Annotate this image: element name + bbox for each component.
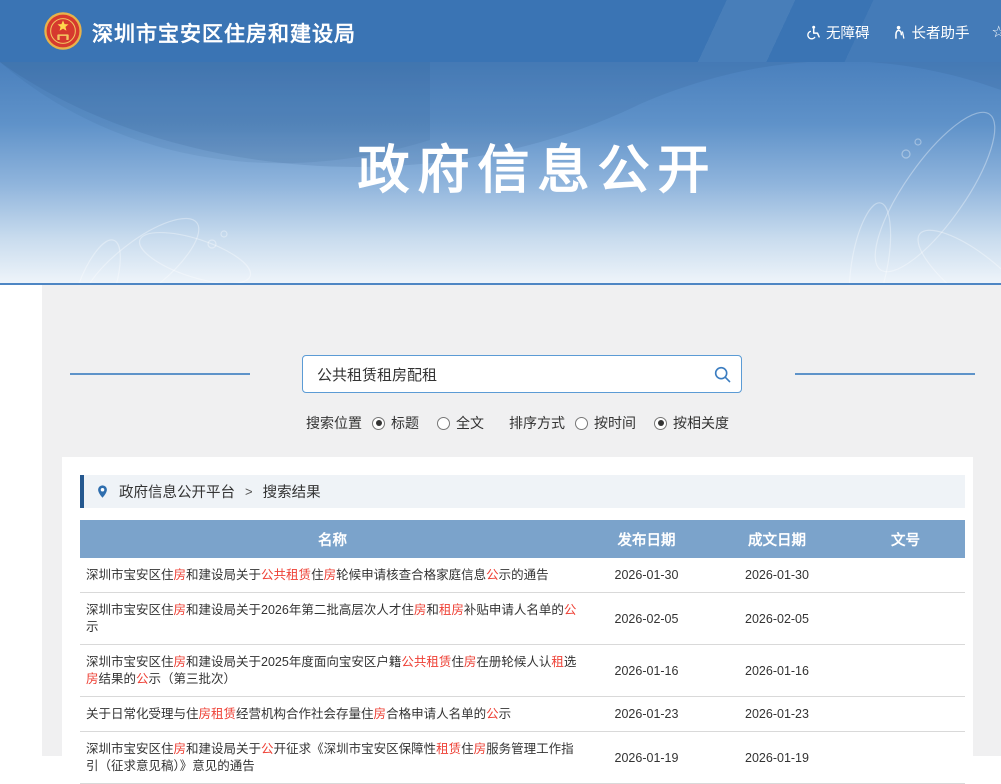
highlighted-keyword: 房 [174, 655, 187, 669]
written-date: 2026-01-30 [708, 568, 846, 582]
highlighted-keyword: 公 [136, 672, 149, 686]
highlighted-keyword: 房 [174, 603, 187, 617]
column-header-written-date: 成文日期 [708, 529, 846, 550]
highlighted-keyword: 公 [261, 742, 274, 756]
table-row: 关于日常化受理与住房租赁经营机构合作社会存量住房合格申请人名单的公示 2026-… [80, 697, 965, 732]
accessibility-link[interactable]: 无障碍 [806, 22, 870, 43]
highlighted-keyword: 公共租赁 [401, 655, 451, 669]
written-date: 2026-01-19 [708, 751, 846, 765]
search-icon [713, 365, 732, 384]
favorite-link[interactable]: ☆ 收藏 [992, 22, 1001, 43]
search-box [302, 355, 742, 393]
written-date: 2026-01-16 [708, 664, 846, 678]
star-icon: ☆ [992, 25, 1001, 41]
radio-label: 按时间 [594, 413, 636, 433]
highlighted-keyword: 房租赁 [199, 707, 237, 721]
highlighted-keyword: 房 [86, 672, 99, 686]
table-header-row: 名称 发布日期 成文日期 文号 [80, 520, 965, 558]
results-body: 深圳市宝安区住房和建设局关于公共租赁住房轮候申请核查合格家庭信息公示的通告 20… [80, 558, 965, 784]
right-divider-line [795, 373, 975, 375]
table-row: 深圳市宝安区住房和建设局关于2025年度面向宝安区户籍公共租赁住房在册轮候人认租… [80, 645, 965, 697]
radio-unselected-icon [575, 417, 588, 430]
result-title-link[interactable]: 深圳市宝安区住房和建设局关于2026年第二批高层次人才住房和租房补贴申请人名单的… [86, 603, 576, 634]
publish-date: 2026-01-30 [585, 568, 708, 582]
result-title-link[interactable]: 深圳市宝安区住房和建设局关于公共租赁住房轮候申请核查合格家庭信息公示的通告 [86, 568, 549, 582]
publish-date: 2026-01-23 [585, 707, 708, 721]
elder-helper-label: 长者助手 [912, 22, 970, 43]
table-row: 深圳市宝安区住房和建设局关于公开征求《深圳市宝安区保障性租赁住房服务管理工作指引… [80, 732, 965, 784]
highlighted-keyword: 房 [464, 655, 477, 669]
radio-option[interactable]: 标题 [372, 413, 419, 433]
radio-selected-icon [372, 417, 385, 430]
search-button[interactable] [703, 356, 741, 392]
header-links: 无障碍 长者助手 ☆ 收藏 [806, 22, 1001, 43]
banner: 政府信息公开 [0, 62, 1001, 283]
radio-label: 标题 [391, 413, 419, 433]
column-header-doc-number: 文号 [846, 529, 965, 550]
option-group-label: 排序方式 [509, 413, 565, 433]
highlighted-keyword: 房 [474, 742, 487, 756]
highlighted-keyword: 租房 [439, 603, 464, 617]
breadcrumb-separator: > [245, 484, 253, 499]
site-title[interactable]: 深圳市宝安区住房和建设局 [92, 18, 356, 48]
result-title-link[interactable]: 关于日常化受理与住房租赁经营机构合作社会存量住房合格申请人名单的公示 [86, 707, 511, 721]
search-input[interactable] [303, 366, 703, 383]
accessibility-label: 无障碍 [826, 22, 870, 43]
breadcrumb-root-link[interactable]: 政府信息公开平台 [119, 481, 235, 502]
publish-date: 2026-01-16 [585, 664, 708, 678]
radio-option[interactable]: 按相关度 [654, 413, 729, 433]
highlighted-keyword: 公 [486, 568, 499, 582]
column-header-name: 名称 [80, 529, 585, 550]
breadcrumb: 政府信息公开平台 > 搜索结果 [80, 475, 965, 508]
written-date: 2026-02-05 [708, 612, 846, 626]
search-options-row: 搜索位置 标题 全文 排序方式 按时间 按相关度 [242, 413, 802, 433]
result-title-link[interactable]: 深圳市宝安区住房和建设局关于2025年度面向宝安区户籍公共租赁住房在册轮候人认租… [86, 655, 576, 686]
radio-label: 按相关度 [673, 413, 729, 433]
highlighted-keyword: 房 [174, 742, 187, 756]
table-row: 深圳市宝安区住房和建设局关于公共租赁住房轮候申请核查合格家庭信息公示的通告 20… [80, 558, 965, 593]
highlighted-keyword: 公 [486, 707, 499, 721]
left-divider-line [70, 373, 250, 375]
radio-selected-icon [654, 417, 667, 430]
result-title-link[interactable]: 深圳市宝安区住房和建设局关于公开征求《深圳市宝安区保障性租赁住房服务管理工作指引… [86, 742, 574, 773]
table-row: 深圳市宝安区住房和建设局关于2026年第二批高层次人才住房和租房补贴申请人名单的… [80, 593, 965, 645]
highlighted-keyword: 租 [551, 655, 564, 669]
highlighted-keyword: 公共租赁 [261, 568, 311, 582]
highlighted-keyword: 房 [374, 707, 387, 721]
highlighted-keyword: 房 [414, 603, 427, 617]
publish-date: 2026-01-19 [585, 751, 708, 765]
highlighted-keyword: 房 [324, 568, 337, 582]
radio-option[interactable]: 全文 [437, 413, 484, 433]
option-group-label: 搜索位置 [306, 413, 362, 433]
written-date: 2026-01-23 [708, 707, 846, 721]
radio-option[interactable]: 按时间 [575, 413, 636, 433]
elder-person-icon [892, 25, 907, 40]
results-table: 名称 发布日期 成文日期 文号 深圳市宝安区住房和建设局关于公共租赁住房轮候申请… [80, 520, 965, 784]
publish-date: 2026-02-05 [585, 612, 708, 626]
breadcrumb-current: 搜索结果 [263, 481, 321, 502]
radio-unselected-icon [437, 417, 450, 430]
accessibility-icon [806, 25, 821, 40]
elder-helper-link[interactable]: 长者助手 [892, 22, 970, 43]
location-pin-icon [95, 484, 110, 499]
breadcrumb-accent-bar [80, 475, 84, 508]
radio-label: 全文 [456, 413, 484, 433]
highlighted-keyword: 公 [564, 603, 577, 617]
column-header-publish-date: 发布日期 [585, 529, 708, 550]
highlighted-keyword: 租赁 [436, 742, 461, 756]
highlighted-keyword: 房 [174, 568, 187, 582]
national-emblem-logo[interactable] [44, 12, 82, 50]
page-title: 政府信息公开 [0, 128, 1001, 203]
